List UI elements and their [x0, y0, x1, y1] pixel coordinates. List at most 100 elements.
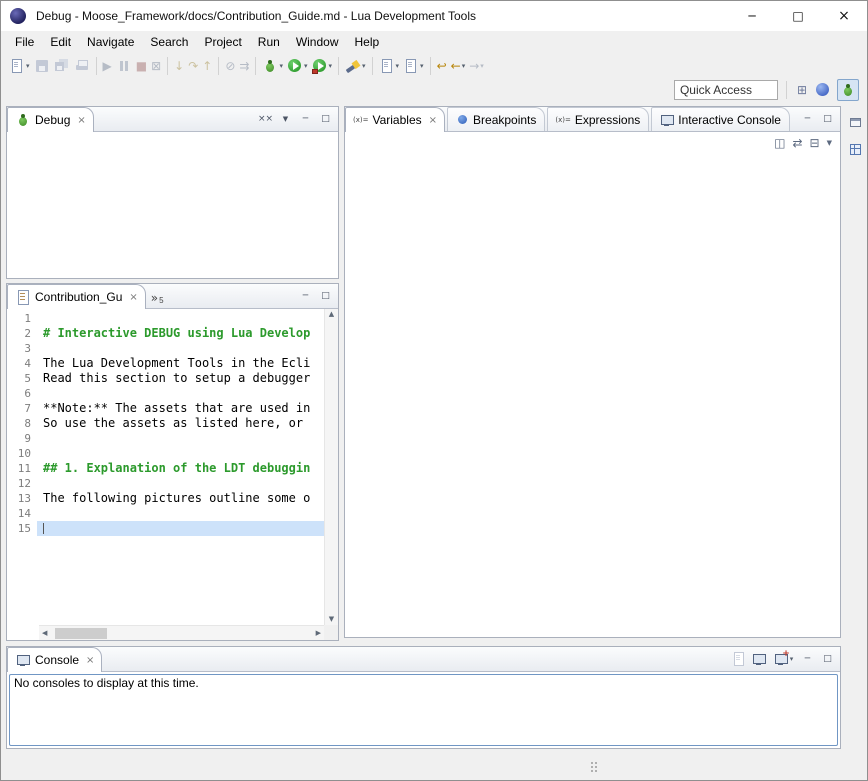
- use-step-filters-button[interactable]: ⇉: [237, 55, 251, 77]
- code-text: [37, 311, 324, 326]
- plus-icon: +: [782, 649, 790, 659]
- editor-vertical-scrollbar[interactable]: ▲ ▼: [324, 309, 338, 625]
- debug-perspective-button[interactable]: [837, 79, 859, 101]
- line-number: 9: [7, 431, 37, 446]
- search-button[interactable]: ▾: [343, 55, 368, 77]
- print-button[interactable]: [72, 55, 92, 77]
- editor-line: 6: [7, 386, 324, 401]
- tab-interactive-console[interactable]: Interactive Console: [651, 107, 790, 131]
- view-menu-button[interactable]: ▼: [827, 139, 832, 147]
- editor-text-area[interactable]: 1 2# Interactive DEBUG using Lua Develop…: [7, 309, 338, 640]
- maximize-view-button[interactable]: □: [819, 651, 836, 667]
- disconnect-icon: ⊠: [151, 58, 161, 74]
- tab-label: Breakpoints: [473, 113, 537, 127]
- editor-lines: 1 2# Interactive DEBUG using Lua Develop…: [7, 311, 324, 625]
- menu-run[interactable]: Run: [250, 32, 288, 52]
- forward-button[interactable]: →▾: [467, 55, 486, 77]
- line-number: 13: [7, 491, 37, 506]
- minimize-view-button[interactable]: ─: [799, 111, 816, 127]
- resume-button[interactable]: ▶: [101, 55, 114, 77]
- tab-expressions[interactable]: (x)= Expressions: [547, 107, 649, 131]
- new-button[interactable]: ▾: [7, 55, 32, 77]
- back-button[interactable]: ←▾: [449, 55, 468, 77]
- close-tab-icon[interactable]: ×: [129, 292, 137, 303]
- tab-debug[interactable]: Debug ×: [7, 107, 94, 132]
- open-perspective-button[interactable]: ⊞: [795, 79, 809, 101]
- maximize-view-button[interactable]: □: [317, 111, 334, 127]
- pin-console-button[interactable]: [730, 651, 747, 667]
- open-task-button[interactable]: ▾: [401, 55, 426, 77]
- tab-contribution-guide[interactable]: Contribution_Gu ×: [7, 284, 146, 309]
- restore-view-button[interactable]: [846, 113, 864, 131]
- scrollbar-thumb[interactable]: [55, 628, 107, 639]
- display-selected-console-button[interactable]: [750, 651, 767, 667]
- scroll-left-icon[interactable]: ◀: [39, 630, 50, 637]
- menu-search[interactable]: Search: [142, 32, 196, 52]
- external-tools-button[interactable]: ▾: [310, 55, 335, 77]
- main-toolbar: ▾ ▶ ■ ⊠ ↓ ↷ ↑ ⊘ ⇉ ▾ ▾ ▾ ▾ ▾ ▾ ↩ ←▾ →▾: [1, 53, 867, 78]
- menu-project[interactable]: Project: [196, 32, 249, 52]
- tab-variables[interactable]: (x)= Variables ×: [345, 107, 445, 132]
- editor-horizontal-scrollbar[interactable]: ◀ ▶: [39, 625, 324, 640]
- disconnect-button[interactable]: ⊠: [149, 55, 163, 77]
- sash-grip[interactable]: [591, 762, 593, 764]
- debug-tree-area: [7, 132, 338, 278]
- skip-breakpoints-icon: ⊘: [225, 58, 235, 74]
- remove-all-terminated-button[interactable]: ××: [257, 111, 274, 127]
- console-message: No consoles to display at this time.: [14, 676, 199, 690]
- close-tab-icon[interactable]: ×: [77, 115, 85, 126]
- save-all-button[interactable]: [52, 55, 72, 77]
- show-logical-structures-button[interactable]: ◫: [774, 136, 785, 150]
- last-edit-location-button[interactable]: ↩: [435, 55, 449, 77]
- toolbar-separator: [167, 57, 168, 75]
- menu-navigate[interactable]: Navigate: [79, 32, 142, 52]
- maximize-view-button[interactable]: □: [819, 111, 836, 127]
- editor-line: 12: [7, 476, 324, 491]
- run-button[interactable]: ▾: [285, 55, 310, 77]
- step-over-button[interactable]: ↷: [186, 55, 200, 77]
- suspend-button[interactable]: [114, 55, 134, 77]
- minimize-view-button[interactable]: ─: [297, 288, 314, 304]
- tab-label: Debug: [35, 113, 71, 127]
- app-icon[interactable]: [10, 8, 26, 24]
- menu-edit[interactable]: Edit: [42, 32, 79, 52]
- new-wizard-button[interactable]: ▾: [377, 55, 402, 77]
- dropdown-arrow-icon: ▾: [420, 62, 424, 70]
- menu-window[interactable]: Window: [288, 32, 347, 52]
- step-return-button[interactable]: ↑: [200, 55, 214, 77]
- scroll-right-icon[interactable]: ▶: [313, 630, 324, 637]
- window-maximize-button[interactable]: □: [775, 1, 821, 31]
- show-type-names-button[interactable]: ⇄: [792, 136, 802, 150]
- step-into-button[interactable]: ↓: [172, 55, 186, 77]
- minimize-view-button[interactable]: ─: [297, 111, 314, 127]
- scroll-up-icon[interactable]: ▲: [326, 311, 337, 318]
- terminate-button[interactable]: ■: [134, 55, 149, 77]
- quick-access-box[interactable]: Quick Access: [674, 80, 778, 100]
- skip-all-breakpoints-button[interactable]: ⊘: [223, 55, 237, 77]
- view-menu-button[interactable]: ▼: [277, 111, 294, 127]
- tab-breakpoints[interactable]: Breakpoints: [447, 107, 545, 131]
- collapse-all-button[interactable]: ⊟: [810, 136, 820, 150]
- menu-help[interactable]: Help: [347, 32, 388, 52]
- dropdown-arrow-icon: ▾: [26, 62, 30, 70]
- editor-tab-overflow-button[interactable]: » 5: [148, 291, 169, 308]
- close-tab-icon[interactable]: ×: [429, 115, 437, 126]
- maximize-view-button[interactable]: □: [317, 288, 334, 304]
- minimize-view-button[interactable]: ─: [799, 651, 816, 667]
- save-button[interactable]: [32, 55, 52, 77]
- close-tab-icon[interactable]: ×: [86, 655, 94, 666]
- minimized-view-button[interactable]: [846, 140, 864, 158]
- code-text: The following pictures outline some o: [37, 491, 324, 506]
- window-minimize-button[interactable]: ─: [729, 1, 775, 31]
- scroll-down-icon[interactable]: ▼: [326, 616, 337, 623]
- dropdown-arrow-icon: ▾: [362, 62, 366, 70]
- console-body: No consoles to display at this time.: [7, 672, 840, 748]
- debug-button[interactable]: ▾: [260, 55, 285, 77]
- open-console-icon: +: [773, 651, 789, 667]
- lua-perspective-button[interactable]: [813, 79, 833, 101]
- tab-label: Console: [35, 653, 80, 667]
- window-close-button[interactable]: ×: [821, 1, 867, 31]
- menu-file[interactable]: File: [7, 32, 42, 52]
- open-console-button[interactable]: +▾: [770, 651, 796, 667]
- tab-console[interactable]: Console ×: [7, 647, 102, 672]
